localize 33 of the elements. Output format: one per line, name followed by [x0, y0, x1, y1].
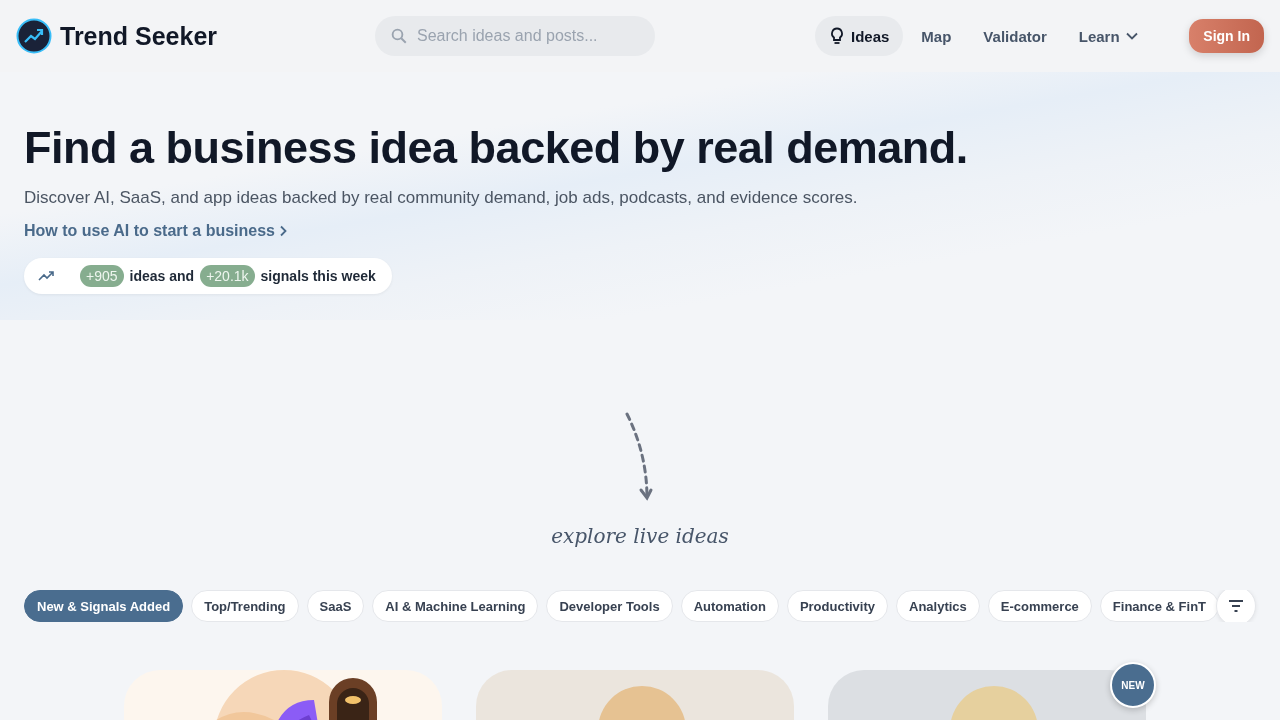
category-chip[interactable]: New & Signals Added [24, 590, 184, 622]
explore-caption: explore live ideas [551, 524, 729, 548]
brand-name: Trend Seeker [60, 21, 218, 51]
chevron-right-icon [279, 225, 287, 237]
search-icon [390, 27, 408, 45]
stats-text: signals this week [260, 268, 376, 284]
category-chip[interactable]: Analytics [896, 590, 980, 622]
nav-tab[interactable]: Validator [969, 16, 1061, 56]
chevron-down-icon [1125, 32, 1138, 40]
logo-icon [16, 18, 52, 54]
new-badge: NEW [1110, 662, 1156, 708]
category-chip[interactable]: Productivity [786, 590, 888, 622]
nav-tab[interactable]: Ideas [815, 16, 904, 56]
nav-tab[interactable]: Learn [1064, 16, 1152, 56]
category-chip[interactable]: E-commerce [987, 590, 1092, 622]
nav-tab[interactable]: Map [907, 16, 966, 56]
search-field[interactable]: Search ideas and posts... [375, 16, 655, 56]
filter-button[interactable] [1216, 590, 1256, 622]
category-chip[interactable]: Top/Trending [191, 590, 299, 622]
count-badge: +905 [80, 265, 124, 287]
hero-title: Find a business idea backed by real demand. [24, 122, 969, 174]
category-chip[interactable]: Developer Tools [546, 590, 673, 622]
sign-in-button[interactable]: Sign In [1189, 19, 1264, 53]
hero-subtitle: Discover AI, SaaS, and app ideas backed by real community demand, job ads, podcasts, and evidence scores. [24, 188, 859, 208]
lightbulb-icon [829, 27, 845, 45]
count-badge: +20.1k [200, 265, 255, 287]
category-chip[interactable]: SaaS [306, 590, 365, 622]
guide-link[interactable]: How to use AI to start a business [24, 222, 287, 240]
category-chip[interactable]: AI & Machine Learning [372, 590, 539, 622]
trend-icon [38, 270, 56, 282]
stats-text: ideas and [129, 268, 195, 284]
category-chip[interactable]: Automation [680, 590, 779, 622]
filter-icon [1228, 600, 1244, 612]
